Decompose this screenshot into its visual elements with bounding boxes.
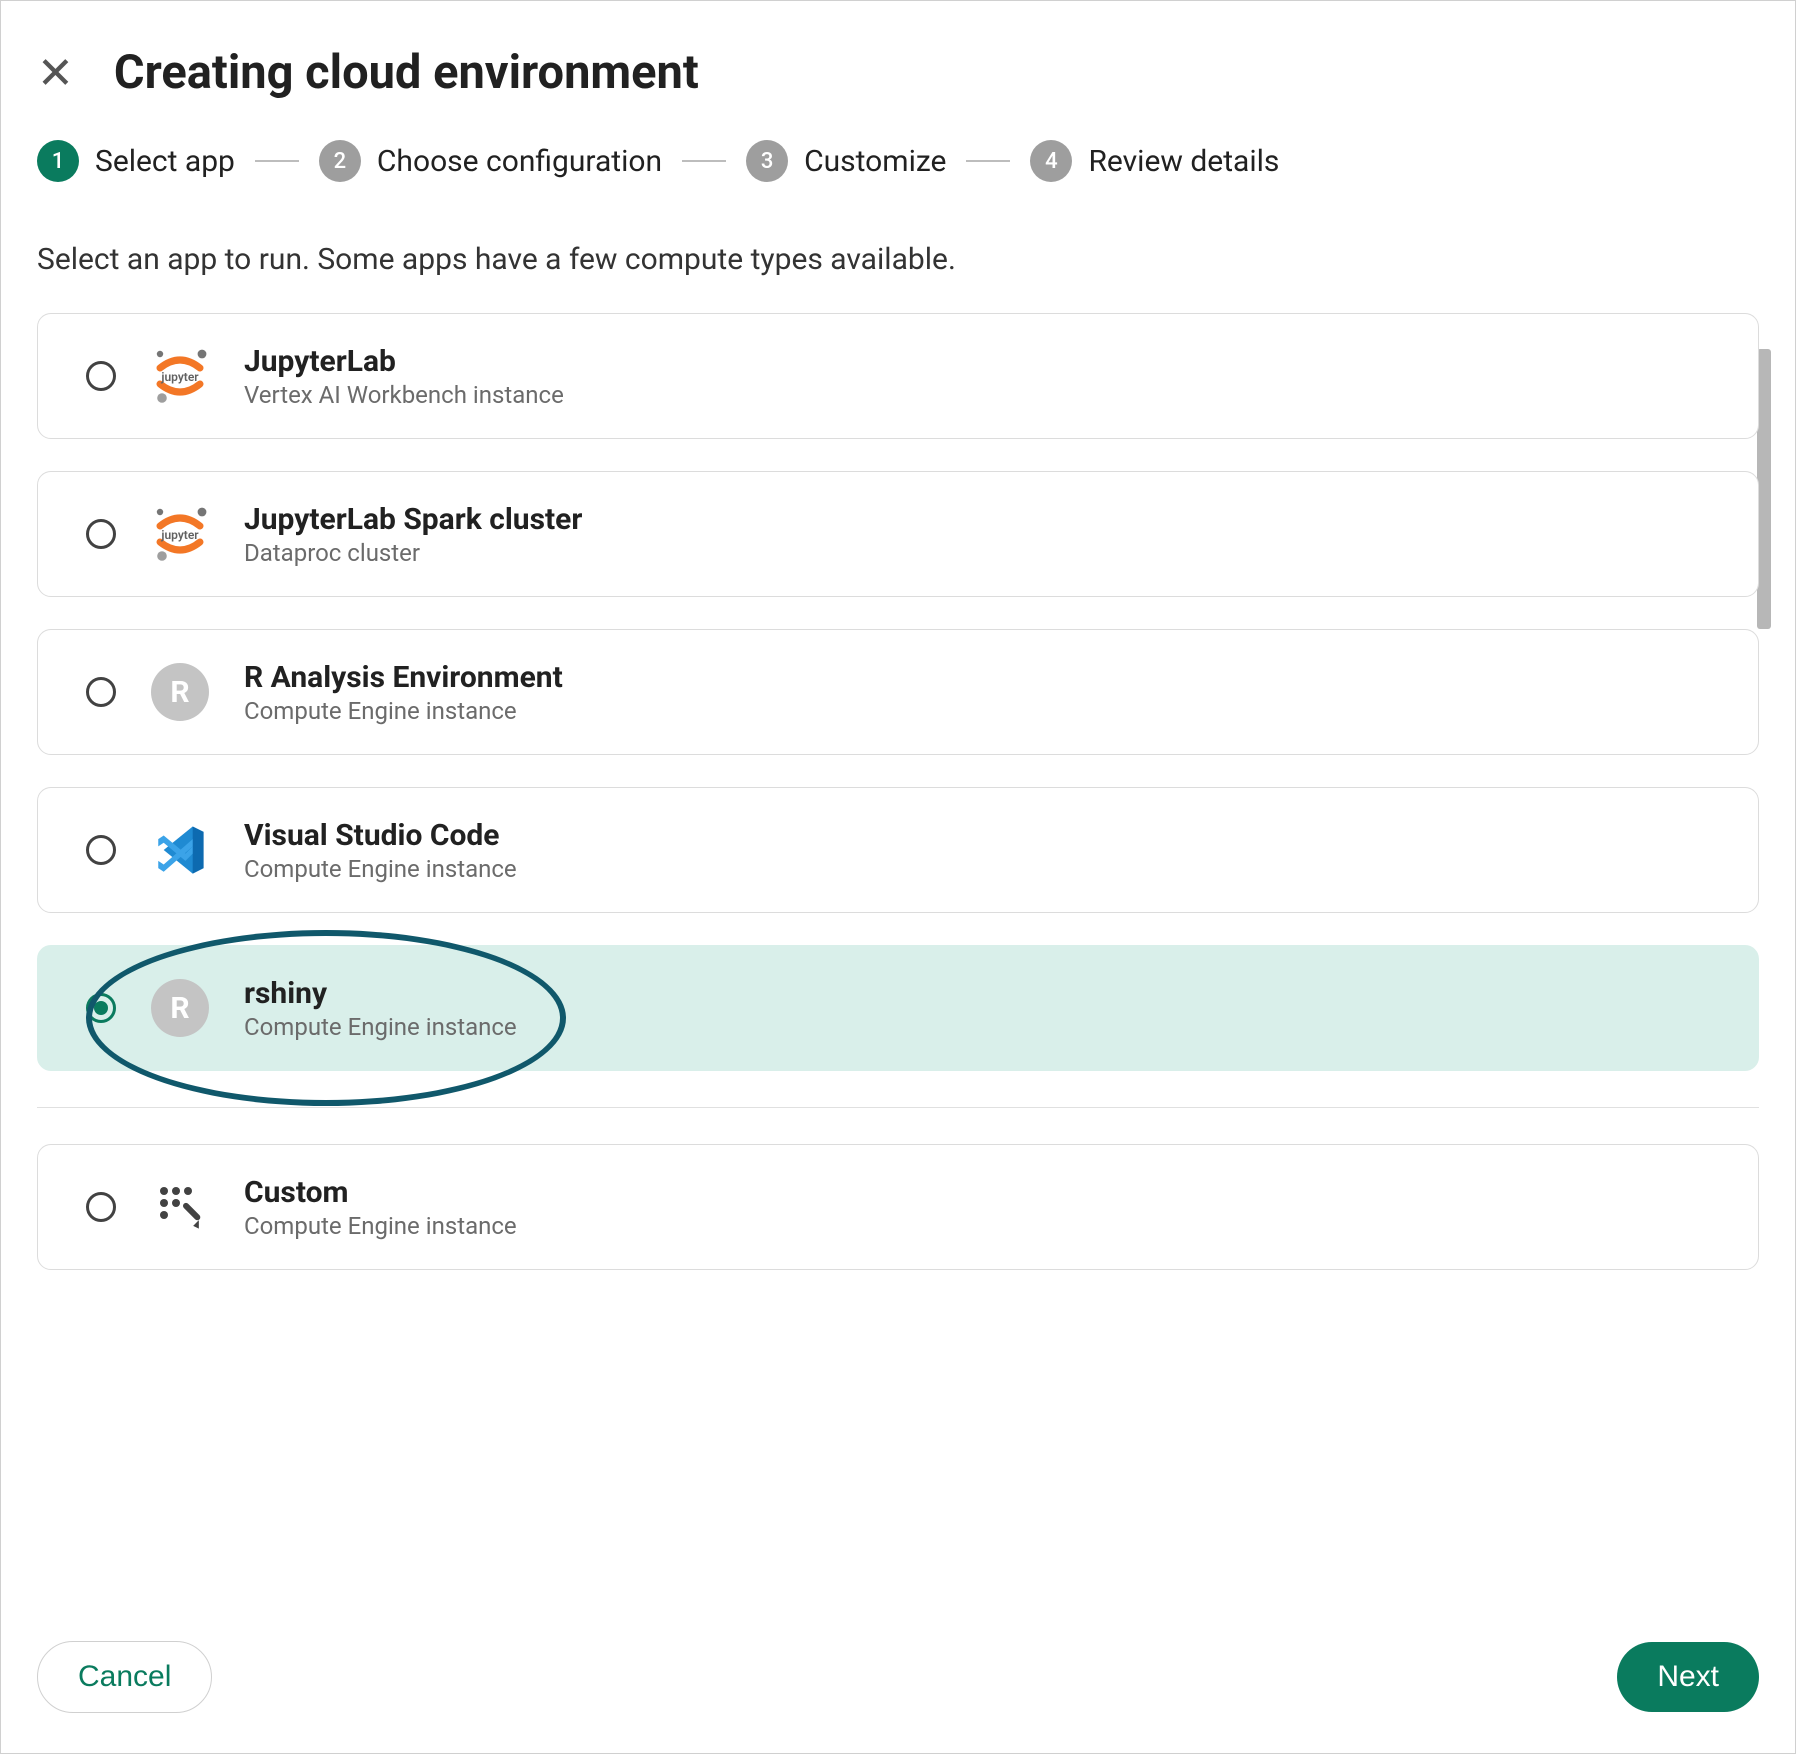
app-card-rshiny[interactable]: R rshiny Compute Engine instance [37,945,1759,1071]
vscode-icon [144,814,216,886]
app-name: R Analysis Environment [244,660,563,695]
app-card-r-analysis[interactable]: R R Analysis Environment Compute Engine … [37,629,1759,755]
step-badge: 4 [1030,140,1072,182]
jupyter-icon: jupyter [144,340,216,412]
app-subtitle: Vertex AI Workbench instance [244,381,564,409]
create-env-dialog: ✕ Creating cloud environment 1 Select ap… [1,1,1795,1753]
r-icon: R [144,972,216,1044]
dialog-header: ✕ Creating cloud environment [37,21,1759,140]
radio-checked-icon[interactable] [86,993,116,1023]
app-name: Visual Studio Code [244,818,517,853]
dialog-footer: Cancel Next [37,1561,1759,1713]
step-badge: 2 [319,140,361,182]
app-name: JupyterLab [244,344,564,379]
step-badge: 1 [37,140,79,182]
app-card-vscode[interactable]: Visual Studio Code Compute Engine instan… [37,787,1759,913]
app-card-jupyterlab-spark[interactable]: jupyter JupyterLab Spark cluster Datapro… [37,471,1759,597]
stepper: 1 Select app 2 Choose configuration 3 Cu… [37,140,1759,242]
step-4[interactable]: 4 Review details [1030,140,1279,182]
step-2[interactable]: 2 Choose configuration [319,140,662,182]
radio-unchecked-icon[interactable] [86,677,116,707]
step-label: Select app [95,144,235,179]
step-connector [255,160,299,162]
app-name: rshiny [244,976,517,1011]
cancel-button[interactable]: Cancel [37,1641,212,1713]
radio-unchecked-icon[interactable] [86,519,116,549]
scrollbar[interactable] [1757,349,1771,629]
step-label: Choose configuration [377,144,662,179]
app-card-custom[interactable]: Custom Compute Engine instance [37,1144,1759,1270]
step-connector [966,160,1010,162]
step-1[interactable]: 1 Select app [37,140,235,182]
app-subtitle: Compute Engine instance [244,1013,517,1041]
next-button[interactable]: Next [1617,1642,1759,1712]
step-description: Select an app to run. Some apps have a f… [37,242,1759,313]
app-subtitle: Compute Engine instance [244,855,517,883]
apps-list: jupyter JupyterLab Vertex AI Workbench i… [37,313,1759,1561]
app-name: JupyterLab Spark cluster [244,502,582,537]
radio-unchecked-icon[interactable] [86,1192,116,1222]
app-subtitle: Compute Engine instance [244,697,563,725]
step-label: Review details [1088,144,1279,179]
dialog-title: Creating cloud environment [114,45,699,100]
step-badge: 3 [746,140,788,182]
step-connector [682,160,726,162]
app-card-jupyterlab[interactable]: jupyter JupyterLab Vertex AI Workbench i… [37,313,1759,439]
step-3[interactable]: 3 Customize [746,140,946,182]
app-name: Custom [244,1175,517,1210]
jupyter-icon: jupyter [144,498,216,570]
app-subtitle: Dataproc cluster [244,539,582,567]
app-subtitle: Compute Engine instance [244,1212,517,1240]
r-icon: R [144,656,216,728]
close-icon[interactable]: ✕ [37,51,74,95]
svg-text:jupyter: jupyter [160,528,199,542]
step-label: Customize [804,144,946,179]
radio-unchecked-icon[interactable] [86,835,116,865]
svg-text:jupyter: jupyter [160,370,199,384]
custom-icon [144,1171,216,1243]
radio-unchecked-icon[interactable] [86,361,116,391]
divider [37,1107,1759,1108]
